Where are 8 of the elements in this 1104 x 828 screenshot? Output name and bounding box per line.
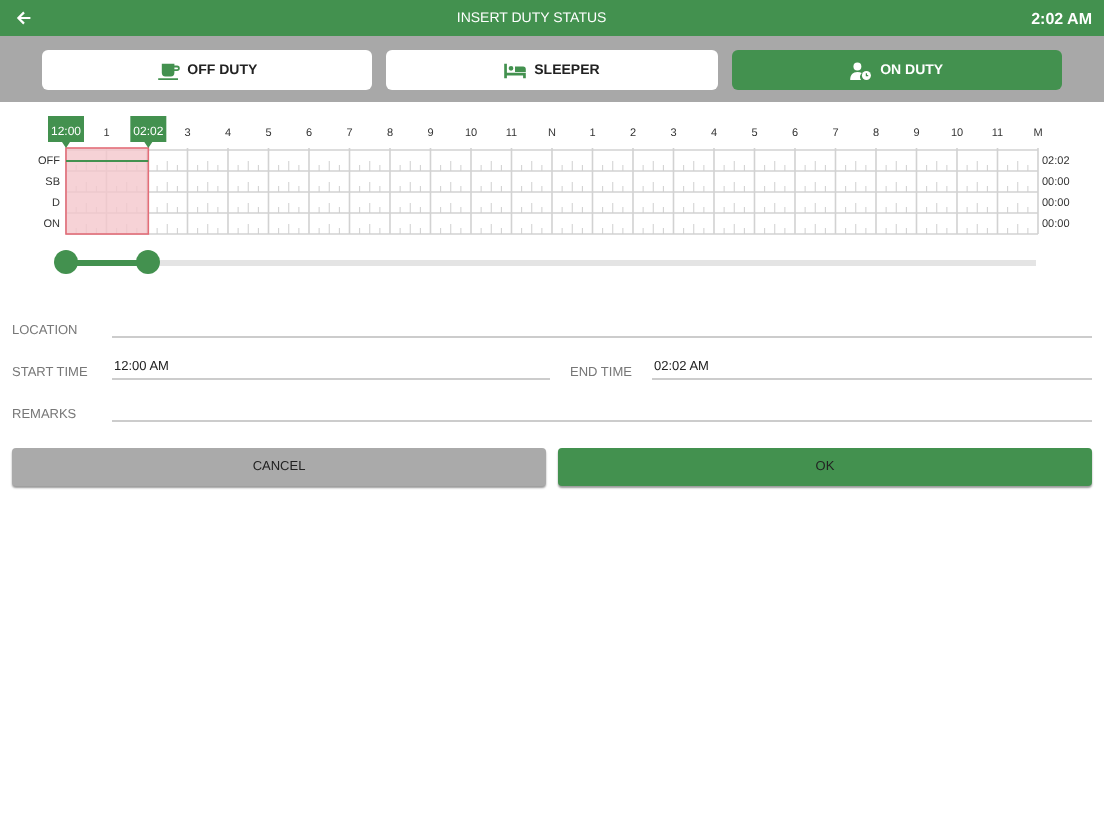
slider-handle[interactable] bbox=[136, 250, 161, 274]
cup-icon bbox=[157, 61, 180, 79]
duty-line bbox=[65, 160, 150, 162]
person-clock-icon bbox=[850, 61, 873, 79]
slider-handle[interactable] bbox=[54, 250, 78, 274]
bed-icon bbox=[504, 61, 527, 79]
back-arrow-icon[interactable] bbox=[16, 10, 32, 26]
clock-time: 2:02 AM bbox=[1031, 9, 1092, 27]
